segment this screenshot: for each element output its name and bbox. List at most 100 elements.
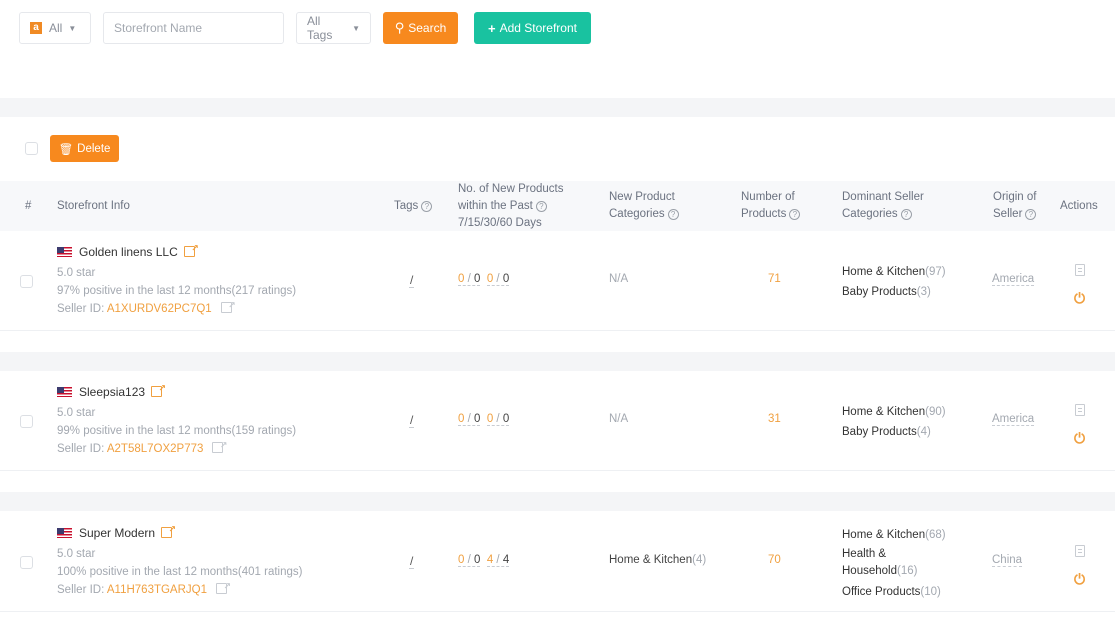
new-products-30-60[interactable]: 4 / 4 (486, 554, 510, 567)
storefront-info: Golden linens LLC 5.0 star 97% positive … (57, 240, 296, 318)
dominant-categories: Home & Kitchen(68) Health & Household(16)… (842, 525, 972, 602)
slash: / (496, 413, 500, 425)
seller-id-link[interactable]: A11H763TGARJQ1 (107, 584, 207, 596)
new-products-30: 4 (486, 554, 494, 566)
help-icon[interactable]: ? (421, 201, 433, 212)
open-storefront-icon[interactable] (183, 240, 199, 257)
us-flag-icon (57, 247, 72, 257)
star-rating: 5.0 star (57, 548, 96, 560)
seller-id-link[interactable]: A1XURDV62PC7Q1 (107, 303, 212, 315)
origin-cell: America (992, 273, 1035, 286)
add-storefront-button[interactable]: + Add Storefront (474, 12, 591, 44)
new-products-15: 0 (474, 273, 481, 285)
help-icon[interactable]: ? (900, 209, 912, 220)
tags-cell: / (409, 273, 415, 288)
open-storefront-icon[interactable] (151, 380, 166, 397)
new-categories-value: Home & Kitchen (609, 554, 693, 566)
power-icon[interactable]: ⏻ (1074, 571, 1085, 588)
open-seller-icon[interactable] (220, 296, 236, 314)
dominant-categories: Home & Kitchen(90) Baby Products(4) (842, 402, 972, 442)
new-categories-cell: Home & Kitchen(4) (609, 554, 706, 566)
new-products-7-15[interactable]: 0 / 0 (458, 554, 481, 567)
edit-tags-icon[interactable]: / (409, 273, 415, 288)
feedback-text: 99% positive in the last 12 months(159 r… (57, 425, 297, 437)
tags-cell: / (409, 554, 415, 569)
open-storefront-icon[interactable] (161, 521, 176, 538)
storefront-name[interactable]: Golden linens LLC (79, 245, 178, 259)
row-divider (0, 352, 1115, 371)
new-categories-cell: N/A (609, 413, 628, 425)
dominant-category-count: (97) (925, 266, 946, 278)
trash-icon: 🗑 (58, 143, 74, 156)
header-dominant-line2-label: Categories (842, 208, 898, 220)
row-checkbox[interactable] (20, 275, 33, 288)
origin-value[interactable]: America (992, 273, 1035, 286)
edit-tags-icon[interactable]: / (409, 554, 415, 569)
tags-select[interactable]: All Tags ▼ (296, 12, 371, 44)
header-actions: Actions (1060, 200, 1098, 212)
header-dominant-line2: Categories? (842, 206, 924, 223)
dominant-category-count: (68) (925, 529, 946, 541)
header-num-products-line1: Number of (741, 191, 795, 203)
storefront-name[interactable]: Sleepsia123 (79, 385, 145, 399)
power-icon[interactable]: ⏻ (1074, 430, 1085, 447)
new-products-30-60[interactable]: 0 / 0 (486, 413, 510, 426)
header-origin-line2-label: Seller (993, 208, 1023, 220)
row-checkbox[interactable] (20, 415, 33, 428)
slash: / (467, 413, 471, 425)
dominant-category-count: (16) (896, 565, 918, 577)
new-products-30-60[interactable]: 0 / 0 (486, 273, 510, 286)
power-icon[interactable]: ⏻ (1074, 290, 1085, 307)
edit-tags-icon[interactable]: / (409, 413, 415, 428)
search-icon: ⚲ (394, 20, 405, 35)
note-icon[interactable] (1075, 404, 1085, 416)
slash: / (467, 554, 471, 566)
row-checkbox[interactable] (20, 556, 33, 569)
marketplace-select[interactable]: a All ▼ (19, 12, 91, 44)
new-products-cell: 0 / 0 4 / 4 (458, 554, 510, 567)
header-new-products-line3: 7/15/30/60 Days (458, 217, 542, 229)
seller-id: Seller ID: A11H763TGARJQ1 (57, 577, 302, 599)
seller-id-link[interactable]: A2T58L7OX2P773 (107, 443, 204, 455)
note-icon[interactable] (1075, 545, 1085, 557)
star-rating: 5.0 star (57, 267, 96, 279)
new-products-7-15[interactable]: 0 / 0 (458, 273, 481, 286)
help-icon[interactable]: ? (789, 209, 801, 220)
us-flag-icon (57, 387, 72, 397)
new-products-7-15[interactable]: 0 / 0 (458, 413, 481, 426)
header-tags-label: Tags (394, 200, 419, 212)
search-button-label: Search (408, 21, 447, 35)
tags-cell: / (409, 413, 415, 428)
help-icon[interactable]: ? (535, 201, 547, 212)
storefront-name-input[interactable] (103, 12, 284, 44)
dominant-category-count: (10) (920, 586, 941, 598)
new-products-cell: 0 / 0 0 / 0 (458, 273, 510, 286)
amazon-icon: a (30, 22, 42, 34)
open-seller-icon[interactable] (212, 436, 227, 454)
help-icon[interactable]: ? (1025, 209, 1037, 220)
delete-button[interactable]: 🗑 Delete (50, 135, 119, 162)
origin-value[interactable]: China (992, 554, 1023, 567)
header-new-products-line2: within the Past? (458, 198, 563, 215)
search-button[interactable]: ⚲ Search (383, 12, 458, 44)
note-icon[interactable] (1075, 264, 1085, 276)
open-seller-icon[interactable] (216, 577, 231, 595)
dominant-category-count: (3) (916, 286, 931, 298)
dominant-category-name: Office Products (842, 586, 921, 598)
dominant-category-name: Home & Kitchen (842, 406, 926, 418)
header-new-products: No. of New Products within the Past? 7/1… (458, 181, 563, 232)
num-products: 31 (768, 413, 781, 425)
storefront-name[interactable]: Super Modern (79, 526, 155, 540)
dominant-category-name: Health & Household (842, 548, 897, 577)
dominant-category: Home & Kitchen(68) (842, 525, 972, 545)
select-all-checkbox[interactable] (25, 142, 38, 155)
new-products-7: 0 (458, 273, 465, 285)
add-storefront-button-label: Add Storefront (499, 21, 577, 35)
seller-id: Seller ID: A1XURDV62PC7Q1 (57, 296, 296, 318)
origin-value[interactable]: America (992, 413, 1035, 426)
slash: / (467, 273, 471, 285)
delete-button-label: Delete (77, 142, 111, 155)
new-products-60: 4 (502, 554, 510, 566)
help-icon[interactable]: ? (667, 209, 679, 220)
header-index: # (25, 200, 32, 212)
